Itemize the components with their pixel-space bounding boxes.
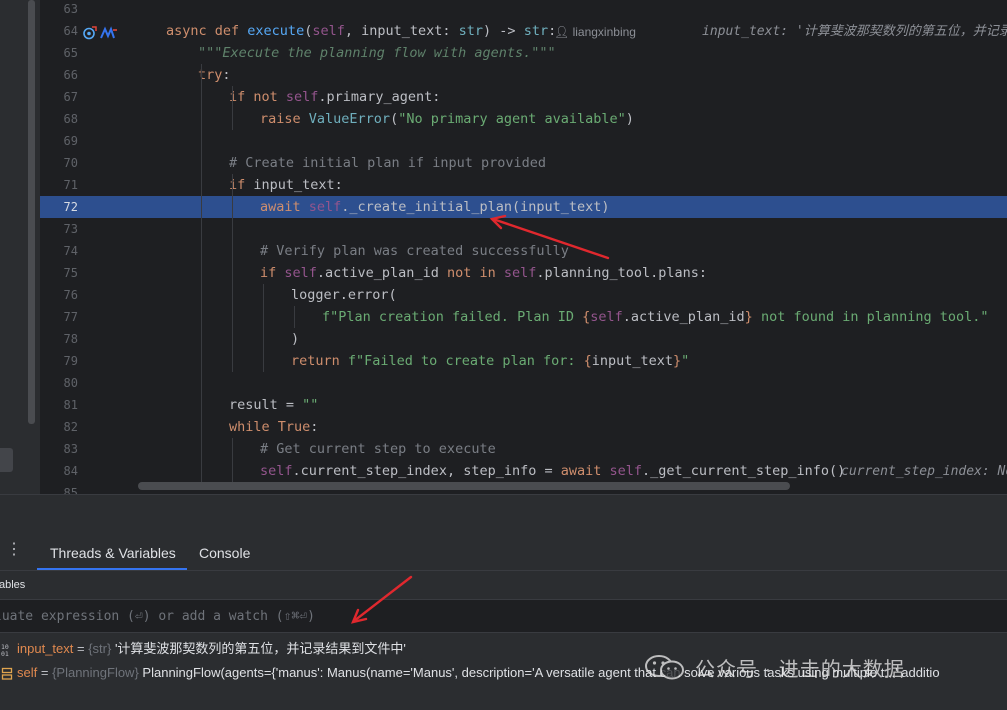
code-line[interactable]: 77 f"Plan creation failed. Plan ID {self…	[40, 306, 1007, 328]
code-comment: # Get current step to execute	[260, 441, 496, 457]
code-text: )	[291, 331, 300, 347]
line-number[interactable]: 81	[40, 394, 78, 416]
git-author-hint[interactable]: 👤︎ liangxinbing	[554, 22, 636, 42]
code-line[interactable]: 65 """Execute the planning flow with age…	[40, 42, 1007, 64]
code-line[interactable]: 80	[40, 372, 1007, 394]
wechat-watermark: 公众号 · 进击的大数据	[643, 652, 905, 682]
code-text: f"Plan creation failed. Plan ID {self.ac…	[322, 309, 989, 325]
line-number[interactable]: 68	[40, 108, 78, 130]
code-text: logger.error(	[291, 287, 397, 303]
code-line[interactable]: 82 while True:	[40, 416, 1007, 438]
collapsed-panel-tab[interactable]	[0, 448, 13, 472]
line-number[interactable]: 77	[40, 306, 78, 328]
code-line[interactable]: 78 )	[40, 328, 1007, 350]
code-text: try:	[198, 67, 231, 83]
code-line[interactable]: 68 raise ValueError("No primary agent av…	[40, 108, 1007, 130]
variable-type: {str}	[88, 641, 112, 656]
wechat-icon	[645, 655, 684, 680]
evaluate-expression-input[interactable]	[0, 600, 994, 632]
tab-console[interactable]: Console	[199, 543, 250, 563]
evaluate-expression-bar[interactable]	[0, 599, 1007, 633]
code-text: if self.active_plan_id not in self.plann…	[260, 265, 708, 281]
code-text: await self._create_initial_plan(input_te…	[260, 199, 610, 215]
code-text: return f"Failed to create plan for: {inp…	[291, 353, 690, 369]
line-number[interactable]: 66	[40, 64, 78, 86]
code-line[interactable]: 73	[40, 218, 1007, 240]
code-text: if input_text:	[229, 177, 343, 193]
line-number[interactable]: 63	[40, 0, 78, 20]
line-number[interactable]: 78	[40, 328, 78, 350]
code-editor[interactable]: 63 64 async def execute(self, input_text…	[40, 0, 1007, 494]
inline-value-hint: current_step_index: No	[841, 464, 1007, 479]
code-text: result = ""	[229, 397, 319, 413]
code-comment: # Create initial plan if input provided	[229, 155, 546, 171]
code-line[interactable]: 75 if self.active_plan_id not in self.pl…	[40, 262, 1007, 284]
line-number[interactable]: 83	[40, 438, 78, 460]
project-tool-strip	[0, 0, 40, 494]
code-text: async def execute(self, input_text: str)…	[166, 23, 557, 39]
line-number[interactable]: 85	[40, 482, 78, 494]
line-number[interactable]: 74	[40, 240, 78, 262]
line-number[interactable]: 71	[40, 174, 78, 196]
code-line[interactable]: 70 # Create initial plan if input provid…	[40, 152, 1007, 174]
line-number[interactable]: 82	[40, 416, 78, 438]
code-text: if not self.primary_agent:	[229, 89, 441, 105]
line-number[interactable]: 75	[40, 262, 78, 284]
indent-guide	[232, 438, 233, 482]
line-number[interactable]: 79	[40, 350, 78, 372]
watermark-text: 公众号 · 进击的大数据	[695, 658, 905, 681]
equals-sign: =	[73, 641, 89, 656]
horizontal-scrollbar[interactable]	[138, 482, 790, 490]
indent-guide	[232, 86, 233, 130]
code-line[interactable]: 83 # Get current step to execute	[40, 438, 1007, 460]
inline-value-hint: input_text: '计算斐波那契数列的第五位，并记录	[702, 24, 1007, 39]
code-line[interactable]: 71 if input_text:	[40, 174, 1007, 196]
indent-guide	[294, 306, 295, 328]
tab-divider	[0, 570, 1007, 571]
code-text: self.current_step_index, step_info = awa…	[260, 463, 846, 479]
line-number[interactable]: 72	[40, 196, 78, 218]
line-number[interactable]: 80	[40, 372, 78, 394]
code-line[interactable]: 67 if not self.primary_agent:	[40, 86, 1007, 108]
variable-type: {PlanningFlow}	[52, 665, 139, 680]
line-number[interactable]: 69	[40, 130, 78, 152]
line-number[interactable]: 70	[40, 152, 78, 174]
code-comment: # Verify plan was created successfully	[260, 243, 569, 259]
object-var-icon	[1, 667, 13, 680]
line-number[interactable]: 65	[40, 42, 78, 64]
variables-section-title: ables	[0, 579, 26, 591]
project-scrollbar[interactable]	[28, 0, 35, 424]
indent-guide	[263, 284, 264, 372]
equals-sign: =	[37, 665, 53, 680]
indent-guide	[201, 64, 202, 482]
indent-guide	[232, 174, 233, 372]
line-number[interactable]: 84	[40, 460, 78, 482]
code-text: while True:	[229, 419, 319, 435]
code-line[interactable]: 66 try:	[40, 64, 1007, 86]
code-text: raise ValueError("No primary agent avail…	[260, 111, 634, 127]
variable-row-input-text[interactable]: 10 01 input_text = {str} '计算斐波那契数列的第五位，并…	[0, 638, 406, 660]
string-var-icon: 10 01	[1, 643, 9, 657]
line-number[interactable]: 64	[40, 20, 78, 42]
line-number[interactable]: 76	[40, 284, 78, 306]
code-line[interactable]: 69	[40, 130, 1007, 152]
code-text: """Execute the planning flow with agents…	[198, 45, 556, 61]
variable-name: self	[17, 665, 38, 680]
tab-threads-variables[interactable]: Threads & Variables	[50, 543, 176, 563]
code-line[interactable]: 76 logger.error(	[40, 284, 1007, 306]
current-execution-line[interactable]: 72 await self._create_initial_plan(input…	[40, 196, 1007, 218]
code-line[interactable]: 74 # Verify plan was created successfull…	[40, 240, 1007, 262]
more-options-icon[interactable]: ⋮	[6, 542, 22, 558]
variable-name: input_text	[17, 641, 74, 656]
code-line[interactable]: 81 result = ""	[40, 394, 1007, 416]
line-number[interactable]: 73	[40, 218, 78, 240]
code-line[interactable]: 63	[40, 0, 1007, 20]
svg-text:01: 01	[1, 650, 9, 657]
variable-value: '计算斐波那契数列的第五位，并记录结果到文件中'	[114, 641, 406, 656]
line-number[interactable]: 67	[40, 86, 78, 108]
code-line[interactable]: 79 return f"Failed to create plan for: {…	[40, 350, 1007, 372]
user-icon: 👤︎	[554, 25, 573, 39]
